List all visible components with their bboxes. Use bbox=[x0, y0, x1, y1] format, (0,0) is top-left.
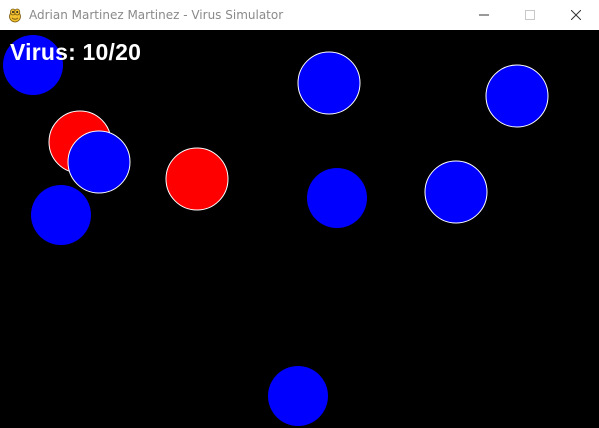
window-controls bbox=[461, 0, 599, 30]
healthy-particle bbox=[424, 160, 488, 224]
healthy-particle bbox=[485, 64, 549, 128]
window-title: Adrian Martinez Martinez - Virus Simulat… bbox=[29, 8, 284, 22]
minimize-button[interactable] bbox=[461, 0, 507, 30]
healthy-particle bbox=[307, 168, 367, 228]
maximize-icon bbox=[525, 10, 535, 20]
healthy-particle bbox=[67, 130, 131, 194]
minimize-icon bbox=[479, 14, 489, 16]
healthy-particle bbox=[268, 366, 328, 426]
particles-layer bbox=[3, 35, 549, 426]
simulation-canvas: Virus: 10/20 bbox=[0, 30, 599, 428]
healthy-particle bbox=[297, 51, 361, 115]
title-bar[interactable]: Adrian Martinez Martinez - Virus Simulat… bbox=[0, 0, 599, 30]
healthy-particle bbox=[31, 185, 91, 245]
pygame-snake-icon bbox=[9, 8, 21, 23]
close-button[interactable] bbox=[553, 0, 599, 30]
virus-counter: Virus: 10/20 bbox=[10, 39, 142, 65]
infected-particle bbox=[165, 147, 229, 211]
game-window: Adrian Martinez Martinez - Virus Simulat… bbox=[0, 0, 599, 428]
close-icon bbox=[571, 10, 581, 20]
maximize-button[interactable] bbox=[507, 0, 553, 30]
